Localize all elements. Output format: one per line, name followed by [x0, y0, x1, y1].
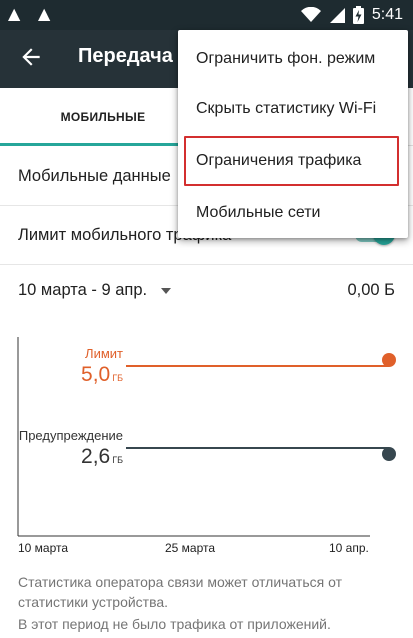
x-tick-label: 10 апр. — [329, 541, 369, 555]
signal-icon — [329, 8, 345, 23]
x-tick-label: 25 марта — [165, 541, 216, 555]
no-traffic-note: В этот период не было трафика от приложе… — [18, 616, 331, 632]
battery-charging-icon — [352, 6, 364, 24]
limit-value: 5,0 ГБ — [81, 363, 123, 387]
menu-item-data-restrictions[interactable]: Ограничения трафика — [178, 136, 408, 186]
warning-unit: ГБ — [112, 455, 123, 465]
warning-icon: ▲ — [38, 4, 51, 23]
limit-unit: ГБ — [112, 373, 123, 383]
clock: 5:41 — [371, 6, 403, 23]
cycle-row: 10 марта - 9 апр. 0,00 Б — [0, 265, 413, 317]
cycle-dropdown[interactable]: 10 марта - 9 апр. — [18, 281, 172, 300]
warning-handle[interactable] — [382, 447, 396, 461]
wifi-icon — [300, 7, 321, 22]
limit-label: Лимит — [85, 346, 123, 361]
cycle-value: 10 марта - 9 апр. — [18, 281, 148, 299]
mobile-data-label: Мобильные данные — [18, 167, 171, 185]
warning-number: 2,6 — [81, 445, 111, 468]
operator-note: Статистика оператора связи может отличат… — [18, 574, 342, 610]
warning-label: Предупреждение — [18, 428, 123, 443]
warning-icon: ▲ — [8, 4, 21, 23]
limit-number: 5,0 — [81, 363, 111, 386]
x-tick-label: 10 марта — [18, 541, 69, 555]
page-title: Передача — [78, 45, 173, 67]
limit-handle[interactable] — [382, 353, 396, 367]
tab-mobile[interactable]: МОБИЛЬНЫЕ — [0, 88, 206, 146]
status-bar: ▲ ▲ 5:41 — [0, 0, 413, 30]
menu-item-mobile-networks[interactable]: Мобильные сети — [178, 188, 408, 238]
warning-value: 2,6 ГБ — [81, 445, 123, 469]
status-icons: 5:41 — [300, 0, 403, 30]
usage-value: 0,00 Б — [347, 281, 395, 299]
usage-chart: Лимит 5,0 ГБ Предупреждение 2,6 ГБ 10 март… — [0, 317, 413, 562]
overflow-menu: Ограничить фон. режим Скрыть статистику … — [178, 30, 408, 238]
back-arrow-icon[interactable] — [18, 44, 44, 70]
tab-indicator — [0, 143, 206, 146]
menu-item-hide-wifi-stats[interactable]: Скрыть статистику Wi-Fi — [178, 84, 408, 134]
menu-item-restrict-background[interactable]: Ограничить фон. режим — [178, 34, 408, 84]
dropdown-arrow-icon — [161, 287, 172, 294]
